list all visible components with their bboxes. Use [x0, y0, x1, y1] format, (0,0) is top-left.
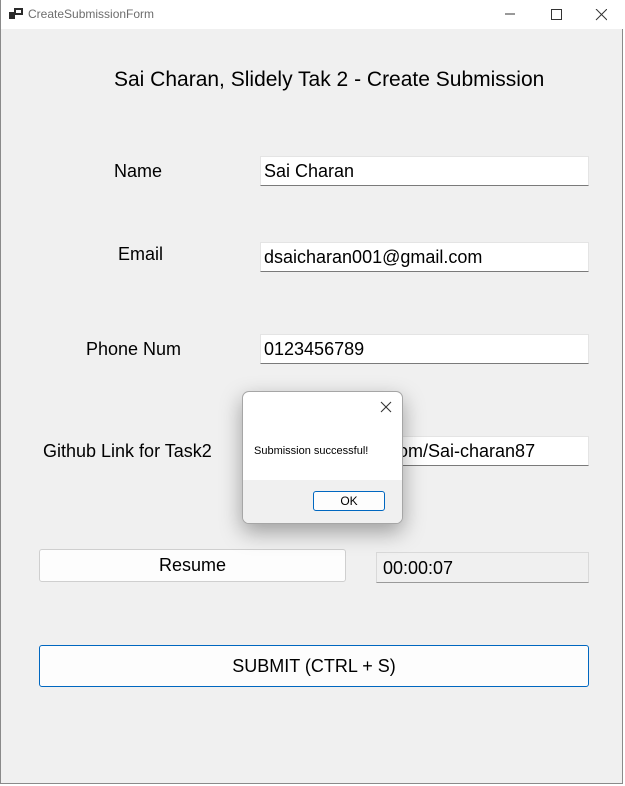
phone-field[interactable]: 0123456789	[260, 334, 589, 364]
success-dialog: Submission successful! OK	[242, 391, 403, 524]
dialog-close-button[interactable]	[374, 396, 398, 418]
close-icon	[380, 401, 392, 413]
github-label: Github Link for Task2	[43, 441, 212, 461]
maximize-icon	[551, 9, 562, 20]
resume-button[interactable]: Resume	[39, 549, 346, 582]
window-title: CreateSubmissionForm	[28, 7, 155, 21]
close-button[interactable]	[578, 0, 624, 29]
form-heading: Sai Charan, Slidely Tak 2 - Create Submi…	[114, 68, 545, 91]
minimize-button[interactable]	[487, 0, 533, 29]
title-bar[interactable]: CreateSubmissionForm	[1, 0, 624, 29]
submit-button[interactable]: SUBMIT (CTRL + S)	[39, 645, 589, 687]
name-field[interactable]: Sai Charan	[260, 156, 589, 186]
dialog-footer: OK	[243, 480, 402, 523]
app-icon	[9, 7, 23, 19]
minimize-icon	[505, 13, 515, 15]
name-label: Name	[114, 161, 163, 181]
phone-label: Phone Num	[86, 339, 182, 359]
maximize-button[interactable]	[533, 0, 579, 29]
email-field[interactable]: dsaicharan001@gmail.com	[260, 242, 589, 272]
dialog-message: Submission successful!	[254, 445, 369, 457]
ok-button[interactable]: OK	[313, 491, 385, 511]
main-window: CreateSubmissionForm Sai Charan, Slidely…	[0, 0, 624, 784]
close-icon	[595, 9, 607, 21]
stopwatch-display: 00:00:07	[376, 552, 589, 583]
email-label: Email	[118, 244, 164, 264]
